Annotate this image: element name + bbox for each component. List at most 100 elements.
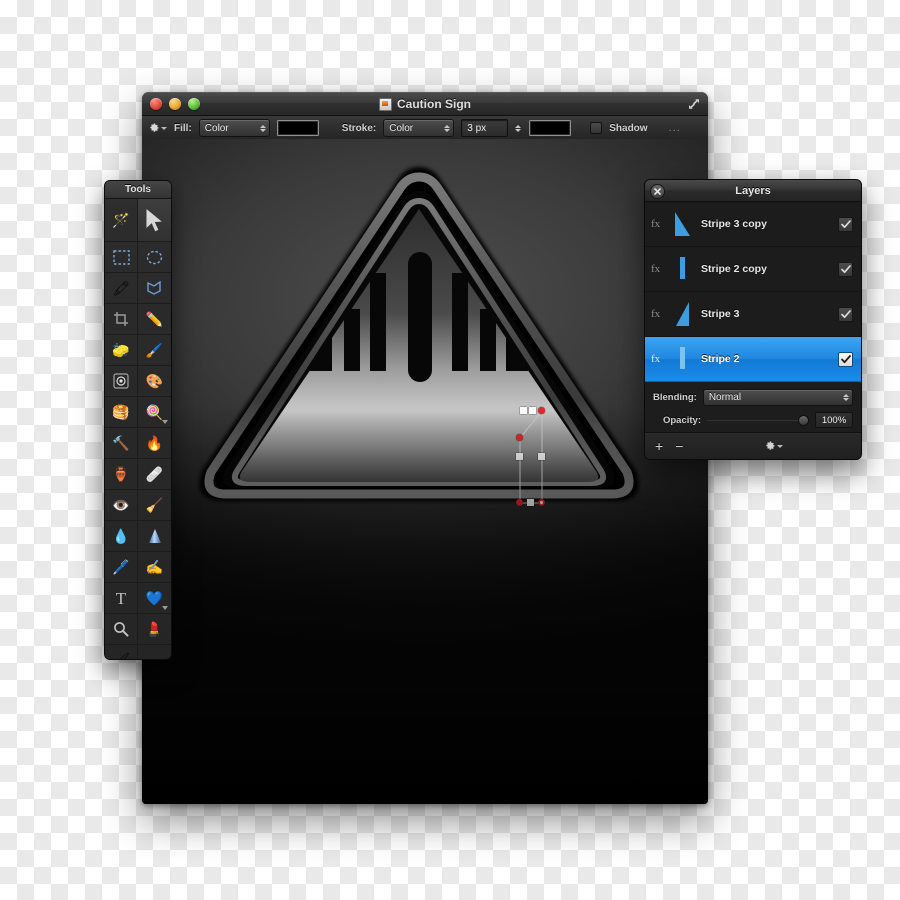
opacity-row: Opacity: 100% <box>653 412 853 428</box>
text-tool[interactable]: T <box>105 583 138 614</box>
layer-name: Stripe 2 <box>701 353 740 365</box>
close-button[interactable] <box>150 98 162 110</box>
layer-fx-badge[interactable]: fx <box>651 263 665 275</box>
stroke-width-stepper-icon[interactable] <box>515 124 522 132</box>
canvas-vignette <box>142 139 708 804</box>
layers-panel-header[interactable]: Layers <box>645 180 861 202</box>
block-eraser-tool[interactable]: 🧹 <box>138 490 171 521</box>
layer-thumbnail <box>671 208 695 240</box>
paintbrush-tool[interactable]: 🖌️ <box>138 335 171 366</box>
canvas-area[interactable] <box>142 139 708 804</box>
lasso-tool[interactable] <box>138 273 171 304</box>
fill-color-swatch[interactable] <box>276 120 319 136</box>
overflow-button[interactable]: ... <box>669 122 681 134</box>
smudge-tool[interactable]: 🖍 <box>105 273 138 304</box>
shadow-checkbox[interactable] <box>590 122 603 134</box>
shape-tool[interactable]: 💙 <box>138 583 171 614</box>
elliptical-marquee-tool[interactable] <box>138 242 171 273</box>
layer-visibility-checkbox[interactable] <box>838 216 853 232</box>
fill-stepper-icon[interactable] <box>259 124 267 132</box>
pencil-tool[interactable]: ✏️ <box>138 304 171 335</box>
layer-fx-badge[interactable]: fx <box>651 308 665 320</box>
tools-palette-title: Tools <box>105 181 171 199</box>
eyedropper-tool[interactable]: 💄 <box>138 614 171 645</box>
opacity-input[interactable]: 100% <box>815 412 853 428</box>
clone-stamp-tool[interactable]: 🏺 <box>105 459 138 490</box>
red-eye-tool[interactable]: 👁️ <box>105 490 138 521</box>
close-icon[interactable] <box>650 184 665 199</box>
minimize-button[interactable] <box>169 98 181 110</box>
remove-layer-button[interactable]: − <box>675 439 683 453</box>
chevron-down-icon <box>162 606 168 610</box>
flame-tool[interactable]: 🔥 <box>138 428 171 459</box>
blur-tool[interactable] <box>105 366 138 397</box>
layers-panel-title: Layers <box>735 184 771 197</box>
layers-panel: Layers fx Stripe 3 copy fx Stripe 2 copy… <box>644 179 862 460</box>
add-layer-button[interactable]: + <box>655 439 663 453</box>
water-drop-tool[interactable]: 💧 <box>105 521 138 552</box>
stroke-label: Stroke: <box>341 122 377 134</box>
stroke-width-input[interactable]: 3 px <box>461 119 509 137</box>
maximize-button[interactable] <box>188 98 200 110</box>
hue-tool[interactable]: 🍭 <box>138 397 171 428</box>
layer-name: Stripe 3 <box>701 308 740 320</box>
layer-thumbnail <box>671 298 695 330</box>
table-row[interactable]: fx Stripe 2 copy <box>645 247 861 292</box>
opacity-label: Opacity: <box>662 414 701 426</box>
document-window: Caution Sign Fill: Color Stroke: Color 3… <box>142 92 708 804</box>
fill-type-value: Color <box>204 122 229 134</box>
tools-grid: 🪄 🖍 ✏️ 🧽 🖌️ 🎨 🥞 🍭 🔨 🔥 🏺 🩹 👁️ 🧹 💧 🖊️ ✍️ T… <box>105 199 171 659</box>
layer-controls: Blending: Normal Opacity: 100% <box>645 382 861 437</box>
stroke-type-select[interactable]: Color <box>383 119 455 137</box>
retouch-brush-tool[interactable]: 🖌 <box>105 645 138 659</box>
burn-tool[interactable]: 🔨 <box>105 428 138 459</box>
layer-fx-badge[interactable]: fx <box>651 353 665 365</box>
freehand-pen-tool[interactable]: ✍️ <box>138 552 171 583</box>
layer-fx-badge[interactable]: fx <box>651 218 665 230</box>
stroke-stepper-icon[interactable] <box>444 124 451 132</box>
tools-empty-cell <box>138 645 171 659</box>
layer-visibility-checkbox[interactable] <box>838 306 853 322</box>
blending-label: Blending: <box>653 392 697 403</box>
table-row[interactable]: fx Stripe 2 <box>645 337 861 382</box>
fill-type-select[interactable]: Color <box>198 119 270 137</box>
pen-tool[interactable]: 🖊️ <box>105 552 138 583</box>
layer-visibility-checkbox[interactable] <box>838 351 853 367</box>
dodge-tool[interactable]: 🥞 <box>105 397 138 428</box>
layer-name: Stripe 2 copy <box>701 263 767 275</box>
magic-wand-tool[interactable]: 🪄 <box>105 199 138 242</box>
layer-options-gear-icon[interactable] <box>764 440 783 452</box>
layer-thumbnail <box>671 253 695 285</box>
move-selection-tool[interactable] <box>138 199 171 242</box>
gradient-cone-tool[interactable] <box>138 521 171 552</box>
eraser-tool[interactable]: 🧽 <box>105 335 138 366</box>
tools-palette: Tools 🪄 🖍 ✏️ 🧽 🖌️ 🎨 🥞 🍭 🔨 🔥 🏺 🩹 👁️ 🧹 💧 🖊… <box>104 180 172 660</box>
table-row[interactable]: fx Stripe 3 <box>645 292 861 337</box>
paint-can-tool[interactable]: 🎨 <box>138 366 171 397</box>
layer-thumbnail <box>671 343 695 375</box>
layer-name: Stripe 3 copy <box>701 218 767 230</box>
zoom-tool[interactable] <box>105 614 138 645</box>
traffic-light-buttons <box>150 98 200 110</box>
shadow-label: Shadow <box>609 122 648 134</box>
blending-row: Blending: Normal <box>653 389 853 406</box>
stroke-color-swatch[interactable] <box>529 120 572 136</box>
fill-label: Fill: <box>174 122 192 134</box>
opacity-slider-knob[interactable] <box>798 414 809 426</box>
layer-list: fx Stripe 3 copy fx Stripe 2 copy fx Str… <box>645 202 861 382</box>
rectangular-marquee-tool[interactable] <box>105 242 138 273</box>
layers-footer: + − <box>645 432 861 459</box>
gear-caret-icon <box>161 126 167 130</box>
layer-visibility-checkbox[interactable] <box>838 261 853 277</box>
fullscreen-arrows-icon[interactable] <box>687 97 701 111</box>
opacity-slider[interactable] <box>707 414 809 426</box>
bandage-heal-tool[interactable]: 🩹 <box>138 459 171 490</box>
crop-tool[interactable] <box>105 304 138 335</box>
gear-icon[interactable] <box>148 122 167 134</box>
window-titlebar[interactable]: Caution Sign <box>142 92 708 116</box>
table-row[interactable]: fx Stripe 3 copy <box>645 202 861 247</box>
blending-mode-select[interactable]: Normal <box>702 389 853 406</box>
options-toolbar: Fill: Color Stroke: Color 3 px Shadow ..… <box>142 116 708 141</box>
blending-stepper-icon[interactable] <box>843 394 850 401</box>
blending-mode-value: Normal <box>708 392 742 403</box>
